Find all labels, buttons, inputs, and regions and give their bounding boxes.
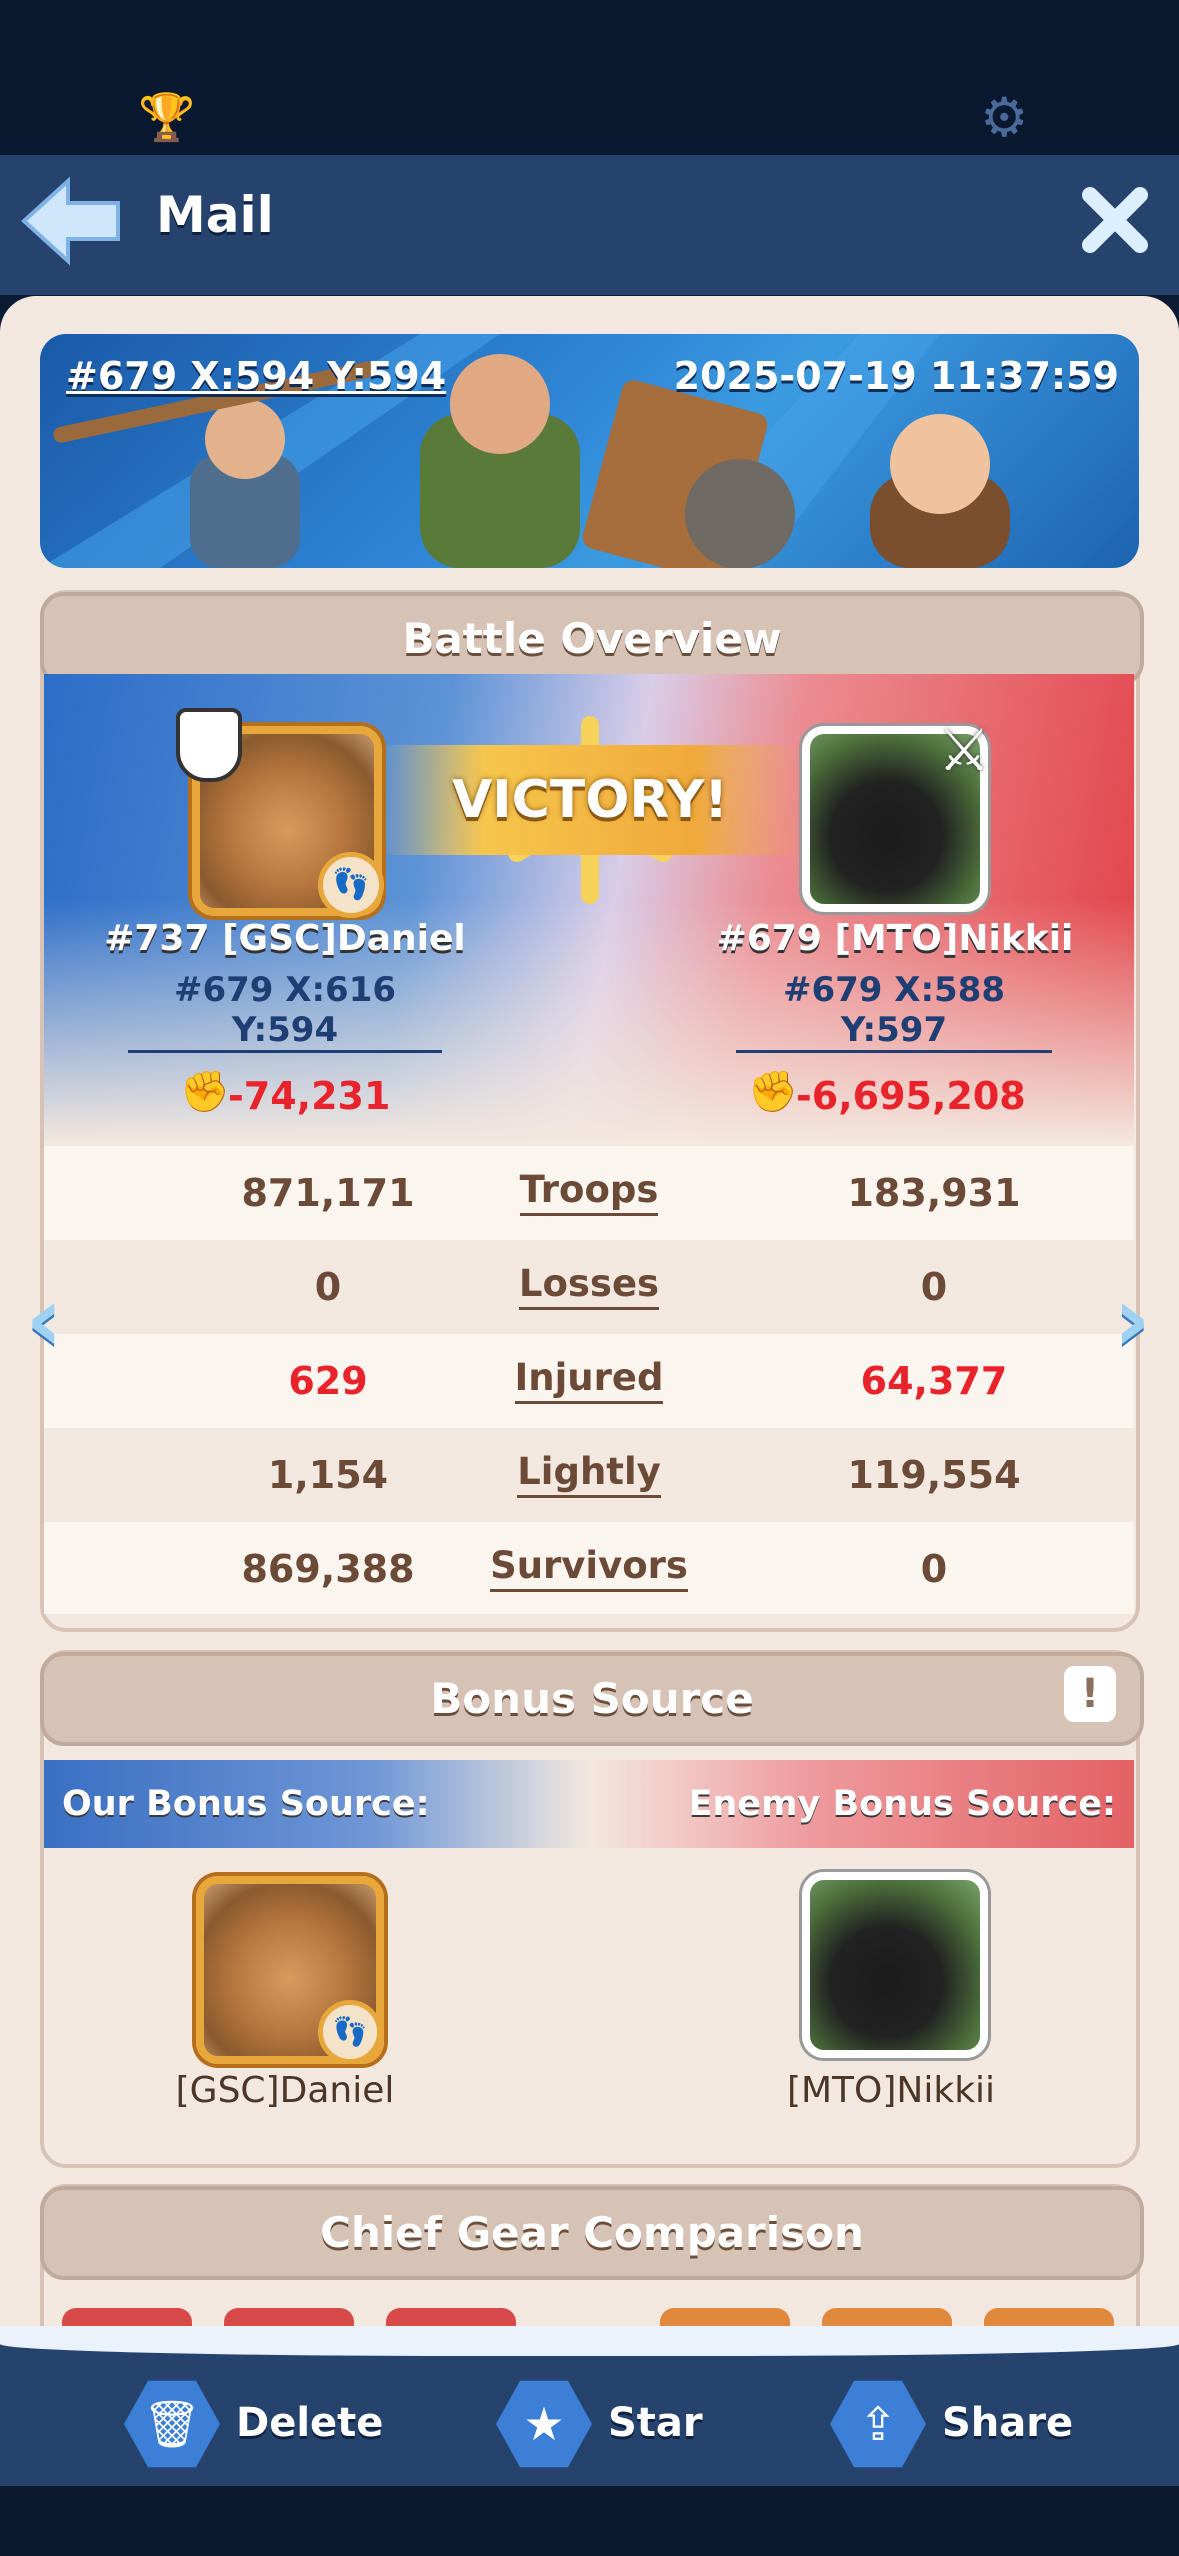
trash-icon: 🗑 [124, 2380, 220, 2468]
stat-label[interactable]: Survivors [439, 1522, 739, 1610]
system-nav-bar [0, 2486, 1179, 2556]
right-player-coords[interactable]: #679 X:588 Y:597 [736, 970, 1052, 1053]
stat-right-value: 64,377 [860, 1359, 1008, 1403]
star-label: Star [608, 2400, 703, 2446]
stat-row-injured: 629 Injured 64,377 [44, 1334, 1134, 1428]
stat-row-lightly-injured: 1,154 Lightly Injured 119,554 [44, 1428, 1134, 1586]
stat-right-value: 183,931 [847, 1171, 1021, 1215]
gear-icon[interactable]: ⚙ [980, 86, 1028, 149]
next-arrow-icon[interactable]: › [1102, 1272, 1162, 1368]
fist-icon: ✊ [748, 1069, 798, 1115]
snow-decoration [0, 2326, 1179, 2356]
share-icon: ⇪ [830, 2380, 926, 2468]
victory-label: VICTORY! [380, 745, 800, 855]
bonus-source-title: Bonus Source [40, 1652, 1144, 1746]
stat-left-value: 871,171 [241, 1171, 415, 1215]
stat-row-survivors: 869,388 Survivors 0 [44, 1522, 1134, 1614]
back-button[interactable] [18, 171, 122, 271]
star-button[interactable]: ★ Star [496, 2370, 726, 2480]
stat-left-value: 629 [288, 1359, 368, 1403]
fist-icon: ✊ [180, 1069, 230, 1115]
battle-overview-title: Battle Overview [40, 592, 1144, 686]
right-player-name[interactable]: #679 [MTO]Nikkii [690, 918, 1100, 959]
close-icon [1082, 187, 1148, 253]
our-bonus-label: Our Bonus Source: [62, 1784, 430, 1824]
enemy-bonus-name[interactable]: [MTO]Nikkii [726, 2070, 1056, 2111]
footprint-icon: 👣 [318, 2000, 382, 2064]
crossed-swords-icon: ⚔ [938, 716, 990, 784]
battle-banner: #679 X:594 Y:594 2025-07-19 11:37:59 [40, 334, 1139, 568]
stat-row-troops: 871,171 Troops 183,931 [44, 1146, 1134, 1240]
stat-right-value: 119,554 [847, 1453, 1021, 1497]
our-bonus-name[interactable]: [GSC]Daniel [120, 2070, 450, 2111]
banner-timestamp: 2025-07-19 11:37:59 [673, 354, 1119, 398]
left-player-coords[interactable]: #679 X:616 Y:594 [128, 970, 442, 1053]
status-bar: 🏆 ⚙ [0, 0, 1179, 155]
share-button[interactable]: ⇪ Share [830, 2370, 1110, 2480]
stat-label[interactable]: Losses [439, 1240, 739, 1328]
chief-gear-title: Chief Gear Comparison [40, 2186, 1144, 2280]
delete-button[interactable]: 🗑 Delete [124, 2370, 404, 2480]
stat-label[interactable]: Injured [439, 1334, 739, 1422]
stat-left-value: 1,154 [267, 1453, 389, 1497]
delete-label: Delete [236, 2400, 384, 2446]
shield-icon [176, 708, 242, 782]
back-arrow-icon [21, 176, 120, 266]
exclamation-icon[interactable]: ! [1064, 1666, 1116, 1722]
footprint-icon: 👣 [318, 852, 384, 918]
stat-left-value: 869,388 [241, 1547, 415, 1591]
page-title: Mail [156, 186, 274, 244]
left-power-change: -74,231 [228, 1074, 391, 1118]
stat-label[interactable]: Troops [439, 1146, 739, 1234]
bonus-source-strip: Our Bonus Source: Enemy Bonus Source: [44, 1760, 1134, 1848]
stat-left-value: 0 [314, 1265, 342, 1309]
close-button[interactable] [1080, 185, 1150, 255]
right-power-change: -6,695,208 [796, 1074, 1026, 1118]
stat-right-value: 0 [920, 1265, 948, 1309]
share-label: Share [942, 2400, 1074, 2446]
left-player-name[interactable]: #737 [GSC]Daniel [80, 918, 490, 959]
trophy-icon[interactable]: 🏆 [138, 90, 195, 145]
enemy-bonus-avatar[interactable] [802, 1872, 988, 2058]
enemy-bonus-label: Enemy Bonus Source: [688, 1784, 1116, 1824]
previous-arrow-icon[interactable]: ‹ [14, 1272, 74, 1368]
stat-row-losses: 0 Losses 0 [44, 1240, 1134, 1334]
star-icon: ★ [496, 2380, 592, 2468]
stat-right-value: 0 [920, 1547, 948, 1591]
banner-coords[interactable]: #679 X:594 Y:594 [66, 354, 446, 398]
